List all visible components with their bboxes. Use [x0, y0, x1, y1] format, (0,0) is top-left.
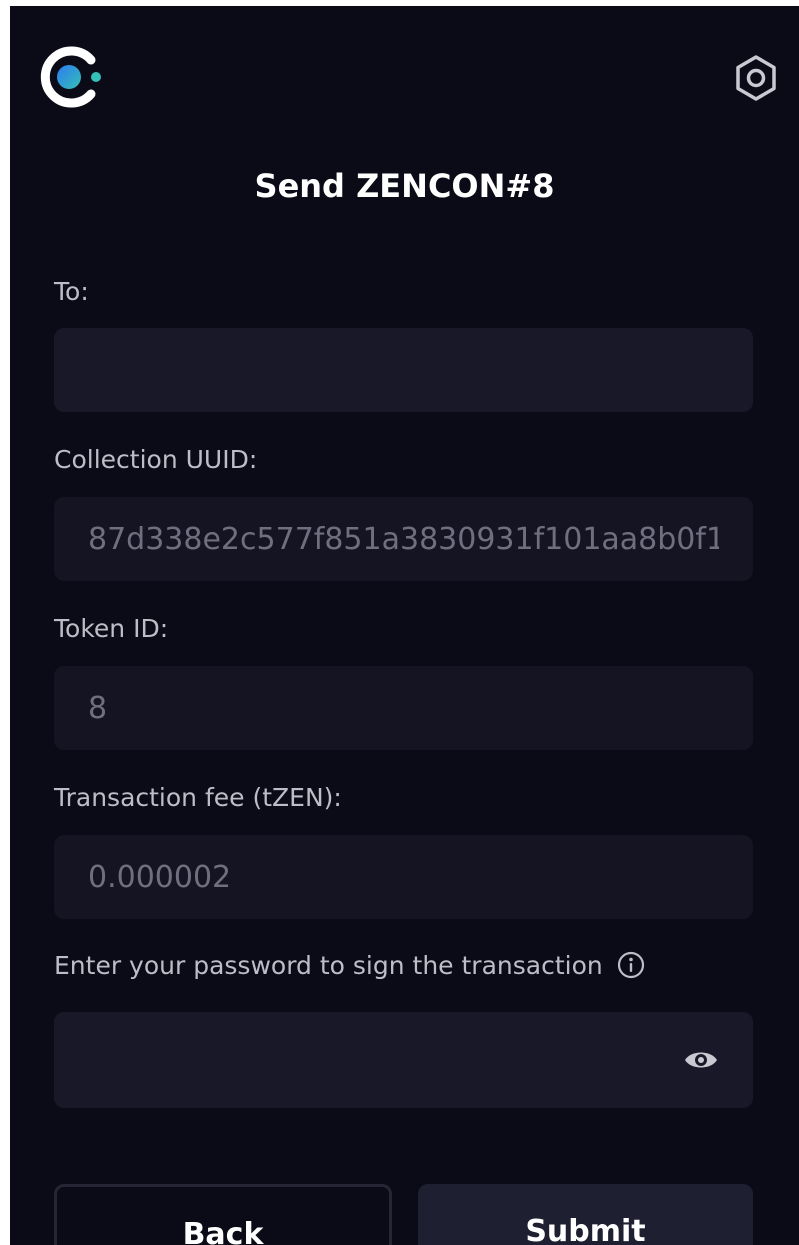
- to-address-input[interactable]: [54, 328, 753, 412]
- back-button[interactable]: Back: [54, 1184, 392, 1245]
- password-input[interactable]: [54, 1012, 753, 1108]
- app-logo-icon[interactable]: [36, 42, 106, 112]
- submit-button[interactable]: Submit: [418, 1184, 753, 1245]
- transaction-fee-label: Transaction fee (tZEN):: [54, 783, 342, 812]
- password-label: Enter your password to sign the transact…: [54, 951, 603, 980]
- transaction-fee-field[interactable]: 0.000002: [54, 835, 753, 919]
- collection-uuid-field[interactable]: 87d338e2c577f851a3830931f101aa8b0f1074: [54, 497, 753, 581]
- eye-icon[interactable]: [683, 1046, 719, 1074]
- to-label: To:: [54, 277, 89, 306]
- send-nft-screen: Send ZENCON#8 To: Collection UUID: 87d33…: [10, 6, 799, 1245]
- collection-uuid-value: 87d338e2c577f851a3830931f101aa8b0f1074: [88, 521, 719, 557]
- password-label-row: Enter your password to sign the transact…: [54, 950, 645, 982]
- info-icon[interactable]: [617, 951, 645, 979]
- transaction-fee-value: 0.000002: [88, 859, 232, 895]
- token-id-label: Token ID:: [54, 614, 169, 643]
- collection-uuid-label: Collection UUID:: [54, 445, 258, 474]
- page-title: Send ZENCON#8: [254, 167, 555, 205]
- token-id-field[interactable]: 8: [54, 666, 753, 750]
- token-id-value: 8: [88, 690, 108, 726]
- settings-hexagon-icon[interactable]: [734, 54, 778, 102]
